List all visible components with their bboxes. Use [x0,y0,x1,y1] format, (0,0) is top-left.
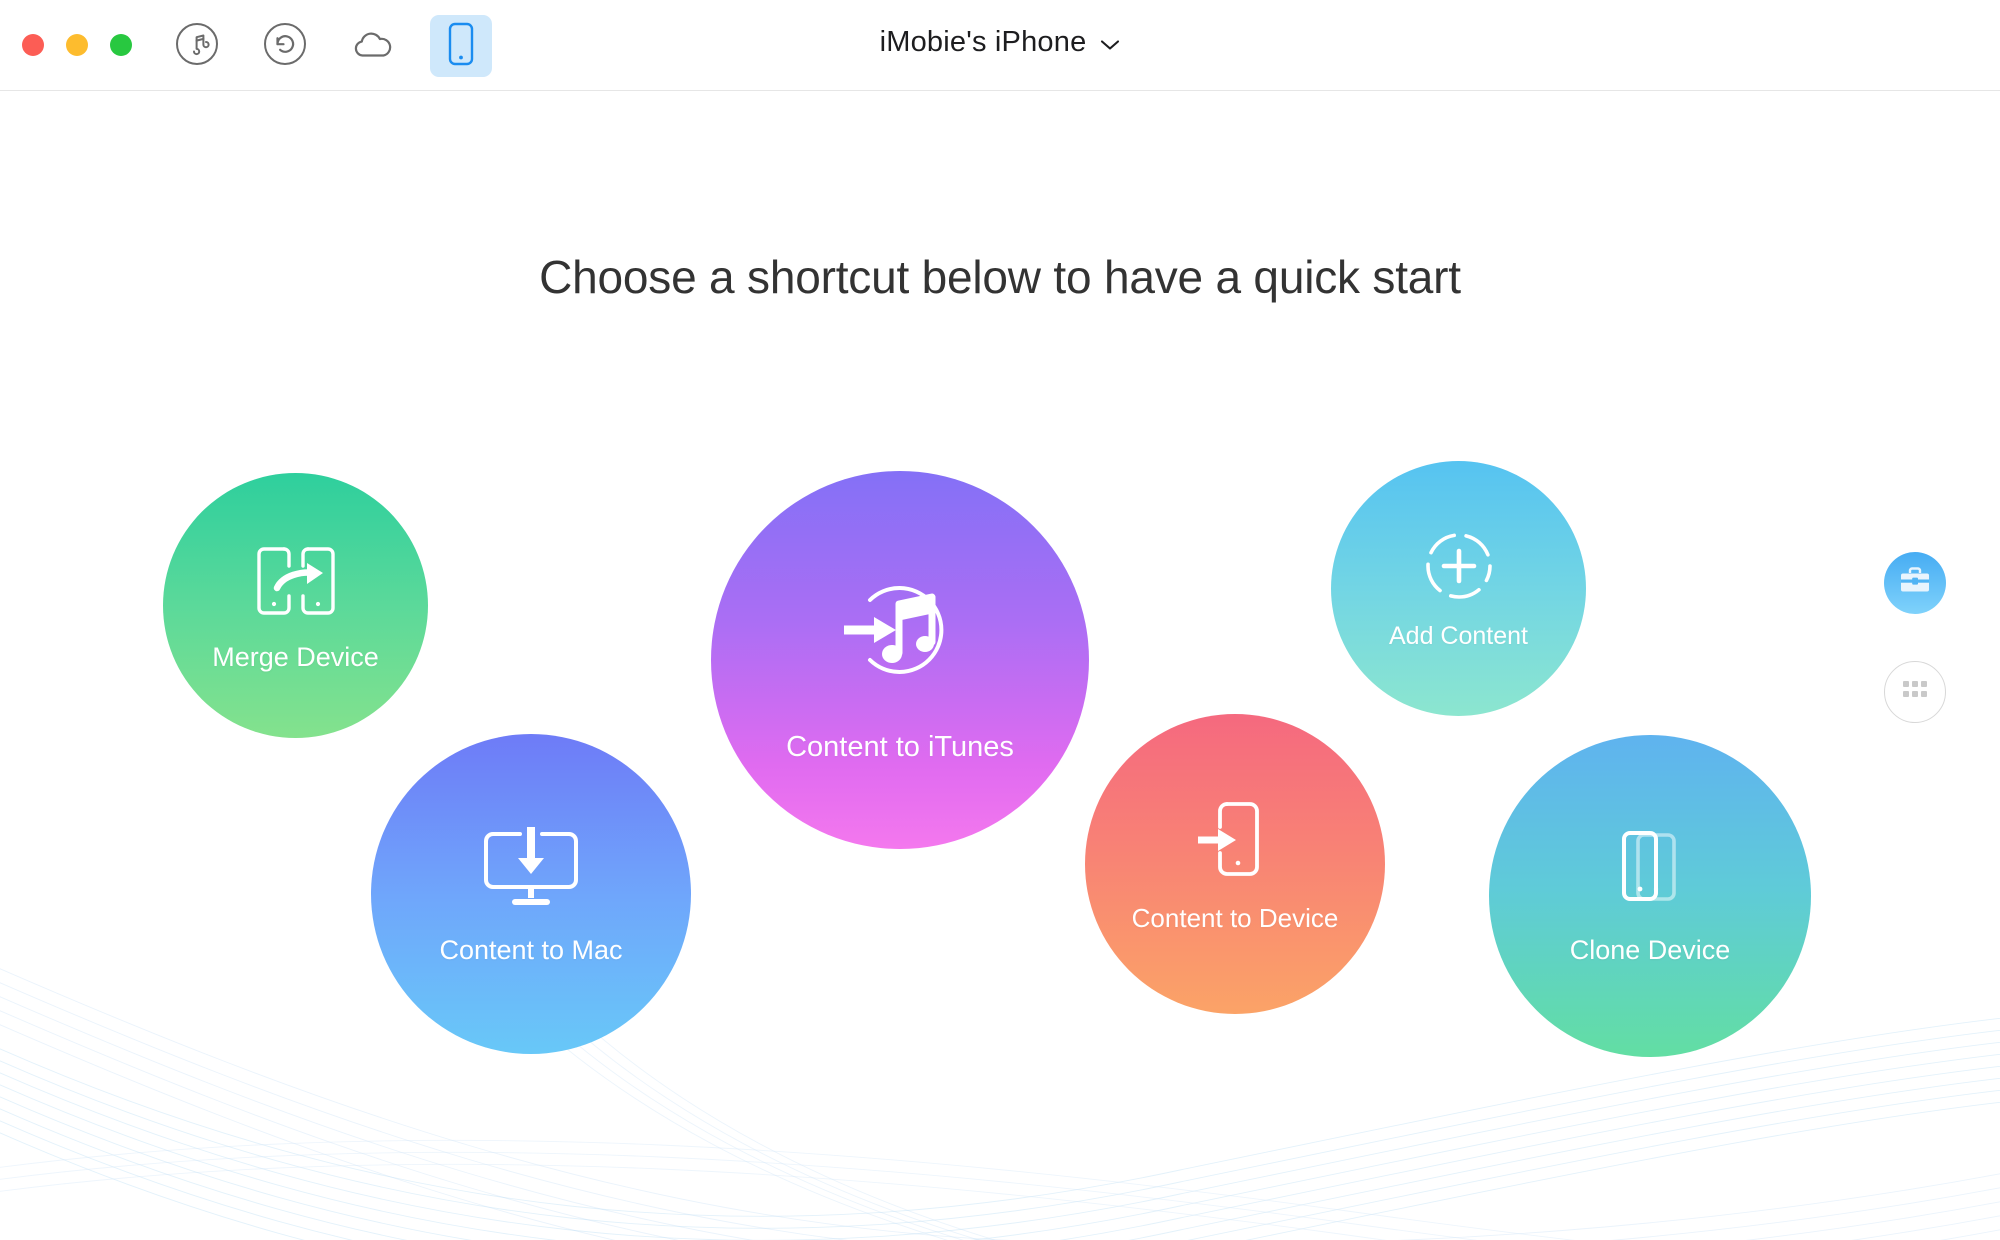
toolbox-icon [1898,565,1932,602]
grid-icon [1901,679,1929,706]
toolbox-button[interactable] [1884,552,1946,614]
shortcut-content-to-mac[interactable]: Content to Mac [371,734,691,1054]
shortcut-content-to-itunes[interactable]: Content to iTunes [711,471,1089,849]
shortcut-merge-device[interactable]: Merge Device [163,473,428,738]
shortcut-add-content[interactable]: Add Content [1331,461,1586,716]
shortcut-label: Content to iTunes [786,731,1014,763]
monitor-download-icon [479,822,583,919]
dashed-circle-plus-icon [1420,527,1498,610]
shortcut-content-to-device[interactable]: Content to Device [1085,714,1385,1014]
shortcut-clone-device[interactable]: Clone Device [1489,735,1811,1057]
shortcut-stage: Merge Device Content to Mac Content to i… [0,0,2000,1240]
two-phones-arrow-icon [250,539,342,628]
music-note-arrow-circle-icon [826,556,974,709]
shortcut-label: Content to Device [1131,903,1339,933]
phone-arrow-in-icon [1192,794,1278,889]
more-apps-button[interactable] [1884,661,1946,723]
shortcut-label: Content to Mac [439,935,623,965]
shortcut-label: Merge Device [212,641,379,672]
app-window: iMobie's iPhone Choose a shortcut below … [0,0,2000,1240]
shortcut-label: Add Content [1389,621,1528,650]
shortcut-label: Clone Device [1569,935,1731,965]
two-phones-overlap-icon [1608,826,1692,919]
